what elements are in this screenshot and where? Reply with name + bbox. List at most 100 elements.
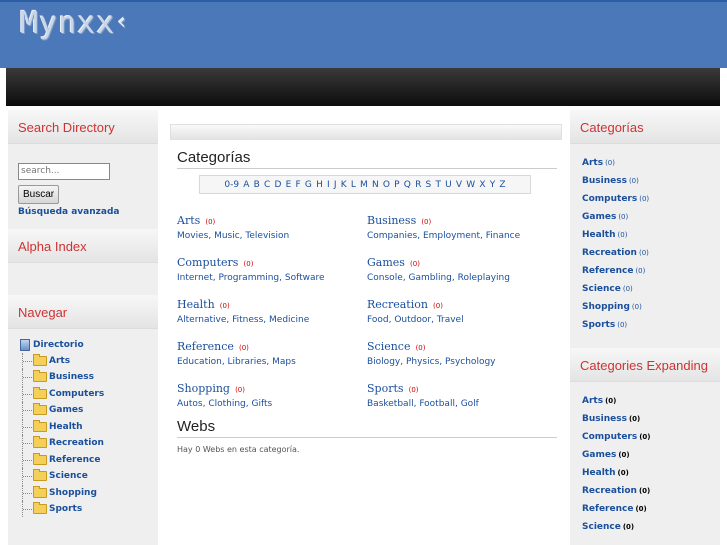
subcategory-link[interactable]: Football xyxy=(419,399,455,409)
tree-item[interactable]: Games xyxy=(20,402,158,419)
alpha-letter-link[interactable]: D xyxy=(275,180,282,190)
subcategory-link[interactable]: Travel xyxy=(437,315,464,325)
alpha-letter-link[interactable]: P xyxy=(394,180,399,190)
tree-item-label[interactable]: Reference xyxy=(49,455,100,465)
sidebar-category-link[interactable]: Reference xyxy=(582,266,633,276)
alpha-letter-link[interactable]: Y xyxy=(490,180,496,190)
subcategory-link[interactable]: Console xyxy=(367,273,403,283)
tree-item-label[interactable]: Sports xyxy=(49,504,82,514)
alpha-letter-link[interactable]: Z xyxy=(499,180,505,190)
tree-item[interactable]: Health xyxy=(20,418,158,436)
tree-item-label[interactable]: Health xyxy=(49,422,83,432)
subcategory-link[interactable]: Companies xyxy=(367,231,417,241)
category-link[interactable]: Shopping xyxy=(177,382,230,395)
alpha-letter-link[interactable]: T xyxy=(435,180,441,190)
alpha-letter-link[interactable]: L xyxy=(351,180,356,190)
tree-root[interactable]: Directorio xyxy=(20,337,158,353)
sidebar-category-link[interactable]: Games xyxy=(582,212,616,222)
subcategory-link[interactable]: Music xyxy=(214,231,240,241)
alpha-letter-link[interactable]: X xyxy=(479,180,485,190)
site-logo[interactable]: Mynxx‹ xyxy=(20,6,130,41)
tree-item[interactable]: Computers xyxy=(20,385,158,403)
alpha-letter-link[interactable]: C xyxy=(264,180,270,190)
alpha-letter-link[interactable]: 0-9 xyxy=(224,180,239,190)
sidebar-category-link[interactable]: Computers xyxy=(582,432,637,442)
subcategory-link[interactable]: Libraries xyxy=(228,357,267,367)
subcategory-link[interactable]: Medicine xyxy=(269,315,309,325)
alpha-letter-link[interactable]: G xyxy=(305,180,312,190)
subcategory-link[interactable]: Television xyxy=(245,231,289,241)
tree-item[interactable]: Science xyxy=(20,468,158,485)
alpha-letter-link[interactable]: I xyxy=(327,180,330,190)
sidebar-category-link[interactable]: Recreation xyxy=(582,248,637,258)
sidebar-category-link[interactable]: Business xyxy=(582,176,627,186)
alpha-letter-link[interactable]: J xyxy=(334,180,337,190)
subcategory-link[interactable]: Movies xyxy=(177,231,208,241)
alpha-letter-link[interactable]: F xyxy=(296,180,301,190)
alpha-letter-link[interactable]: R xyxy=(415,180,421,190)
subcategory-link[interactable]: Programming xyxy=(218,273,279,283)
category-link[interactable]: Recreation xyxy=(367,298,428,311)
sidebar-category-link[interactable]: Health xyxy=(582,468,616,478)
subcategory-link[interactable]: Autos xyxy=(177,399,203,409)
category-link[interactable]: Arts xyxy=(177,214,200,227)
subcategory-link[interactable]: Outdoor xyxy=(394,315,431,325)
subcategory-link[interactable]: Gifts xyxy=(252,399,273,409)
category-link[interactable]: Health xyxy=(177,298,215,311)
tree-item[interactable]: Recreation xyxy=(20,435,158,452)
category-link[interactable]: Computers xyxy=(177,256,238,269)
alpha-letter-link[interactable]: H xyxy=(316,180,323,190)
alpha-letter-link[interactable]: O xyxy=(383,180,390,190)
search-button[interactable]: Buscar xyxy=(18,184,60,204)
subcategory-link[interactable]: Basketball xyxy=(367,399,414,409)
category-link[interactable]: Games xyxy=(367,256,405,269)
alpha-letter-link[interactable]: K xyxy=(341,180,347,190)
subcategory-link[interactable]: Software xyxy=(285,273,325,283)
tree-item-label[interactable]: Recreation xyxy=(49,438,104,448)
sidebar-category-link[interactable]: Sports xyxy=(582,320,615,330)
alpha-letter-link[interactable]: Q xyxy=(404,180,411,190)
tree-item[interactable]: Shopping xyxy=(20,484,158,502)
sidebar-category-link[interactable]: Science xyxy=(582,522,621,532)
subcategory-link[interactable]: Employment xyxy=(423,231,480,241)
subcategory-link[interactable]: Physics xyxy=(406,357,439,367)
sidebar-category-link[interactable]: Business xyxy=(582,414,627,424)
alpha-letter-link[interactable]: V xyxy=(456,180,462,190)
tree-item[interactable]: Sports xyxy=(20,501,158,518)
tree-item[interactable]: Reference xyxy=(20,451,158,469)
subcategory-link[interactable]: Internet xyxy=(177,273,213,283)
sidebar-category-link[interactable]: Recreation xyxy=(582,486,637,496)
sidebar-category-link[interactable]: Games xyxy=(582,450,616,460)
alpha-letter-link[interactable]: S xyxy=(426,180,432,190)
alpha-letter-link[interactable]: E xyxy=(286,180,292,190)
subcategory-link[interactable]: Education xyxy=(177,357,222,367)
subcategory-link[interactable]: Roleplaying xyxy=(458,273,510,283)
tree-item-label[interactable]: Shopping xyxy=(49,488,97,498)
search-input[interactable] xyxy=(18,162,110,180)
alpha-letter-link[interactable]: U xyxy=(445,180,452,190)
subcategory-link[interactable]: Finance xyxy=(486,231,520,241)
subcategory-link[interactable]: Golf xyxy=(461,399,479,409)
subcategory-link[interactable]: Food xyxy=(367,315,389,325)
sidebar-category-link[interactable]: Science xyxy=(582,284,621,294)
sidebar-category-link[interactable]: Shopping xyxy=(582,302,630,312)
subcategory-link[interactable]: Psychology xyxy=(445,357,496,367)
tree-item-label[interactable]: Arts xyxy=(49,356,70,366)
sidebar-category-link[interactable]: Arts xyxy=(582,158,603,168)
subcategory-link[interactable]: Biology xyxy=(367,357,400,367)
alpha-letter-link[interactable]: A xyxy=(243,180,249,190)
alpha-letter-link[interactable]: N xyxy=(372,180,379,190)
sidebar-category-link[interactable]: Reference xyxy=(582,504,633,514)
category-link[interactable]: Science xyxy=(367,340,410,353)
sidebar-category-link[interactable]: Arts xyxy=(582,396,603,406)
subcategory-link[interactable]: Gambling xyxy=(408,273,451,283)
alpha-letter-link[interactable]: W xyxy=(466,180,475,190)
subcategory-link[interactable]: Alternative xyxy=(177,315,226,325)
tree-item-label[interactable]: Science xyxy=(49,471,88,481)
subcategory-link[interactable]: Maps xyxy=(272,357,296,367)
alpha-letter-link[interactable]: M xyxy=(360,180,368,190)
alpha-letter-link[interactable]: B xyxy=(254,180,260,190)
tree-item-label[interactable]: Computers xyxy=(49,389,104,399)
category-link[interactable]: Sports xyxy=(367,382,404,395)
advanced-search-link[interactable]: Búsqueda avanzada xyxy=(18,207,148,217)
